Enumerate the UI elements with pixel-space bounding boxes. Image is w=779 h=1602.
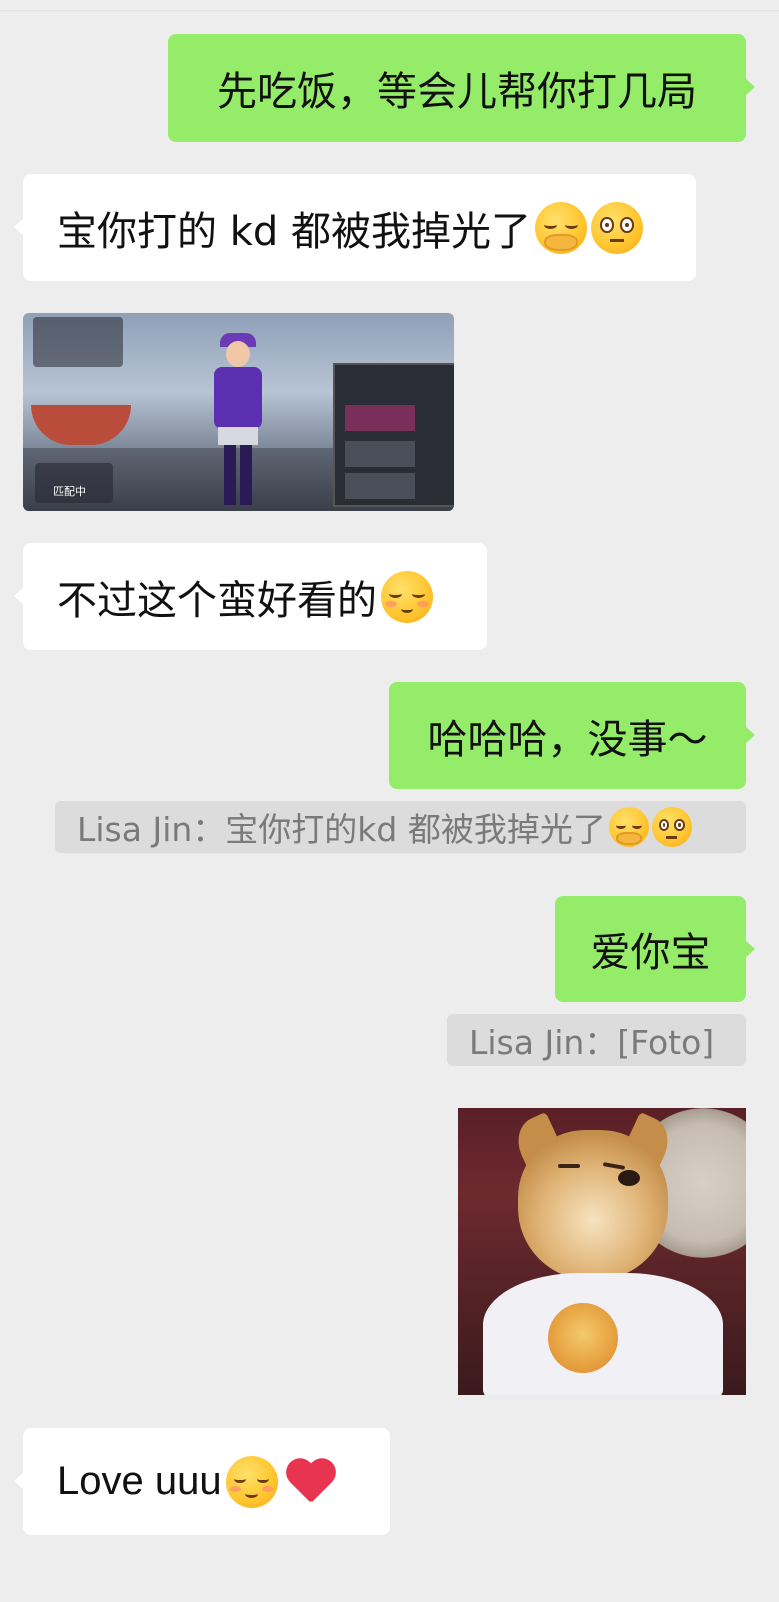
message-text: 不过这个蛮好看的 xyxy=(57,577,377,624)
game-match-label: 匹配中 xyxy=(53,485,86,498)
pleading-face-emoji xyxy=(590,201,643,254)
quoted-message[interactable]: Lisa Jin：宝你打的kd 都被我掉光了 xyxy=(55,801,746,853)
chat-view: 先吃饭，等会儿帮你打几局 宝你打的 kd 都被我掉光了 匹配中 不过这个蛮好看的… xyxy=(0,0,779,1602)
blushing-smile-emoji xyxy=(381,570,433,623)
message-bubble-incoming[interactable]: Love uuu xyxy=(14,1428,390,1535)
game-character xyxy=(208,333,268,508)
message-bubble-outgoing[interactable]: 爱你宝 xyxy=(555,896,755,1002)
hand-over-mouth-face-emoji xyxy=(608,807,649,847)
game-screenshot-image[interactable]: 匹配中 xyxy=(23,313,454,511)
dog-nose xyxy=(618,1170,640,1186)
hand-over-mouth-face-emoji xyxy=(534,201,587,254)
message-bubble-outgoing[interactable]: 哈哈哈，没事～ xyxy=(389,682,755,789)
message-text: Love uuu xyxy=(57,1459,222,1503)
red-heart-emoji xyxy=(284,1458,336,1506)
message-bubble-outgoing[interactable]: 先吃饭，等会儿帮你打几局 xyxy=(168,34,755,142)
boat-shape xyxy=(31,405,131,445)
shiba-dog-photo[interactable] xyxy=(458,1108,746,1395)
dog-head xyxy=(518,1130,668,1280)
message-bubble-incoming[interactable]: 宝你打的 kd 都被我掉光了 xyxy=(14,174,696,281)
message-text: 先吃饭，等会儿帮你打几局 xyxy=(217,69,697,115)
message-text: 哈哈哈，没事～ xyxy=(427,716,708,763)
game-hud-panel xyxy=(33,317,123,367)
message-bubble-incoming[interactable]: 不过这个蛮好看的 xyxy=(14,543,487,650)
quote-text: Lisa Jin：宝你打的kd 都被我掉光了 xyxy=(77,810,606,849)
message-text: 爱你宝 xyxy=(590,930,711,976)
pleading-face-emoji xyxy=(651,807,692,847)
game-inventory-panel xyxy=(333,363,454,507)
dog-eye xyxy=(558,1164,580,1168)
quoted-message[interactable]: Lisa Jin：[Foto] xyxy=(447,1014,746,1066)
message-text: 宝你打的 kd 都被我掉光了 xyxy=(57,208,531,255)
blushing-smile-emoji xyxy=(225,1455,278,1508)
quote-text: Lisa Jin：[Foto] xyxy=(469,1023,715,1062)
shirt-print xyxy=(548,1303,618,1373)
top-divider xyxy=(0,10,779,11)
